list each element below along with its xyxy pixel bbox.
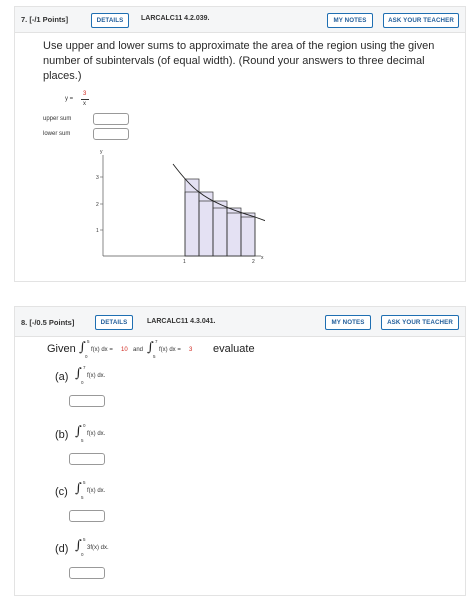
integral-sign-icon: ∫ bbox=[75, 481, 82, 496]
y-tick-1: 1 bbox=[96, 228, 99, 234]
upper-limit: 7 bbox=[83, 365, 86, 370]
part-c-integral: ∫ 5 5 f(x) dx. bbox=[75, 478, 135, 502]
part-c-input[interactable] bbox=[69, 510, 105, 522]
lower-sum-input[interactable] bbox=[93, 128, 129, 140]
x-tick-1: 1 bbox=[183, 259, 186, 265]
problem-prompt: Use upper and lower sums to approximate … bbox=[43, 40, 435, 82]
details-button[interactable]: DETAILS bbox=[95, 315, 133, 330]
given-integral-2: ∫ 7 5 f(x) dx = 3 bbox=[147, 337, 211, 361]
lower-sum-label: lower sum bbox=[43, 131, 71, 137]
upper-limit: 5 bbox=[83, 537, 86, 542]
upper-rect-2 bbox=[198, 191, 214, 257]
part-d-label: (d) bbox=[55, 543, 69, 555]
function-denominator: x bbox=[83, 101, 86, 107]
upper-rect-4 bbox=[226, 207, 242, 257]
upper-limit: 5 bbox=[87, 339, 90, 344]
part-a-label: (a) bbox=[55, 371, 69, 383]
integrand: f(x) dx = bbox=[159, 347, 181, 353]
and-label: and bbox=[133, 347, 144, 353]
given-value-1: 10 bbox=[121, 347, 128, 353]
x-axis-label: x bbox=[261, 255, 264, 261]
integral-sign-icon: ∫ bbox=[75, 424, 82, 439]
details-button[interactable]: DETAILS bbox=[91, 13, 129, 28]
question-8-card: 8. [-/0.5 Points] DETAILS LARCALC11 4.3.… bbox=[14, 306, 466, 596]
question-7-header: 7. [-/1 Points] DETAILS LARCALC11 4.2.03… bbox=[15, 7, 465, 33]
upper-rectangles bbox=[184, 178, 256, 257]
function-numerator: 3 bbox=[83, 91, 87, 97]
integrand: 3f(x) dx. bbox=[87, 545, 109, 551]
function-expression: y = 3 x bbox=[65, 91, 105, 111]
problem-code: LARCALC11 4.3.041. bbox=[147, 318, 216, 325]
lower-limit: 0 bbox=[81, 552, 84, 557]
upper-sum-label: upper sum bbox=[43, 116, 72, 122]
evaluate-label: evaluate bbox=[213, 343, 255, 355]
integrand: f(x) dx. bbox=[87, 373, 106, 379]
integrand: f(x) dx. bbox=[87, 488, 106, 494]
lower-limit: 0 bbox=[81, 380, 84, 385]
problem-code: LARCALC11 4.2.039. bbox=[141, 15, 210, 22]
function-lhs: y = bbox=[65, 96, 74, 102]
riemann-sum-graph: y x 1 2 3 1 2 bbox=[96, 149, 265, 265]
question-number: 8. [-/0.5 Points] bbox=[21, 318, 75, 327]
upper-rect-5 bbox=[240, 212, 256, 257]
y-tick-3: 3 bbox=[96, 175, 99, 181]
part-a-input[interactable] bbox=[69, 395, 105, 407]
question-8-header: 8. [-/0.5 Points] DETAILS LARCALC11 4.3.… bbox=[15, 307, 465, 337]
lower-limit: 5 bbox=[153, 354, 156, 359]
part-b-input[interactable] bbox=[69, 453, 105, 465]
upper-sum-input[interactable] bbox=[93, 113, 129, 125]
integrand: f(x) dx = bbox=[91, 347, 113, 353]
lower-limit: 5 bbox=[81, 438, 84, 443]
integral-sign-icon: ∫ bbox=[79, 340, 86, 355]
part-d-input[interactable] bbox=[69, 567, 105, 579]
part-b-integral: ∫ 0 5 f(x) dx. bbox=[75, 421, 135, 445]
part-c-label: (c) bbox=[55, 486, 68, 498]
given-value-2: 3 bbox=[189, 347, 193, 353]
integrand: f(x) dx. bbox=[87, 431, 106, 437]
lower-limit: 0 bbox=[85, 354, 88, 359]
upper-limit: 7 bbox=[155, 339, 158, 344]
upper-limit: 5 bbox=[83, 480, 86, 485]
ask-your-teacher-button[interactable]: ASK YOUR TEACHER bbox=[383, 13, 459, 28]
given-label: Given bbox=[47, 343, 76, 355]
lower-limit: 5 bbox=[81, 495, 84, 500]
question-7-card: 7. [-/1 Points] DETAILS LARCALC11 4.2.03… bbox=[14, 6, 466, 282]
question-number: 7. [-/1 Points] bbox=[21, 15, 69, 24]
integral-sign-icon: ∫ bbox=[75, 366, 82, 381]
part-a-integral: ∫ 7 0 f(x) dx. bbox=[75, 363, 135, 387]
part-d-integral: ∫ 5 0 3f(x) dx. bbox=[75, 535, 135, 559]
integral-sign-icon: ∫ bbox=[147, 340, 154, 355]
y-tick-2: 2 bbox=[96, 202, 99, 208]
fraction-bar bbox=[81, 99, 89, 100]
my-notes-button[interactable]: MY NOTES bbox=[325, 315, 371, 330]
x-tick-2: 2 bbox=[252, 259, 255, 265]
my-notes-button[interactable]: MY NOTES bbox=[327, 13, 373, 28]
upper-rect-3 bbox=[212, 200, 228, 257]
upper-limit: 0 bbox=[83, 423, 86, 428]
ask-your-teacher-button[interactable]: ASK YOUR TEACHER bbox=[381, 315, 459, 330]
integral-sign-icon: ∫ bbox=[75, 538, 82, 553]
y-axis-label: y bbox=[100, 149, 103, 155]
part-b-label: (b) bbox=[55, 429, 69, 441]
